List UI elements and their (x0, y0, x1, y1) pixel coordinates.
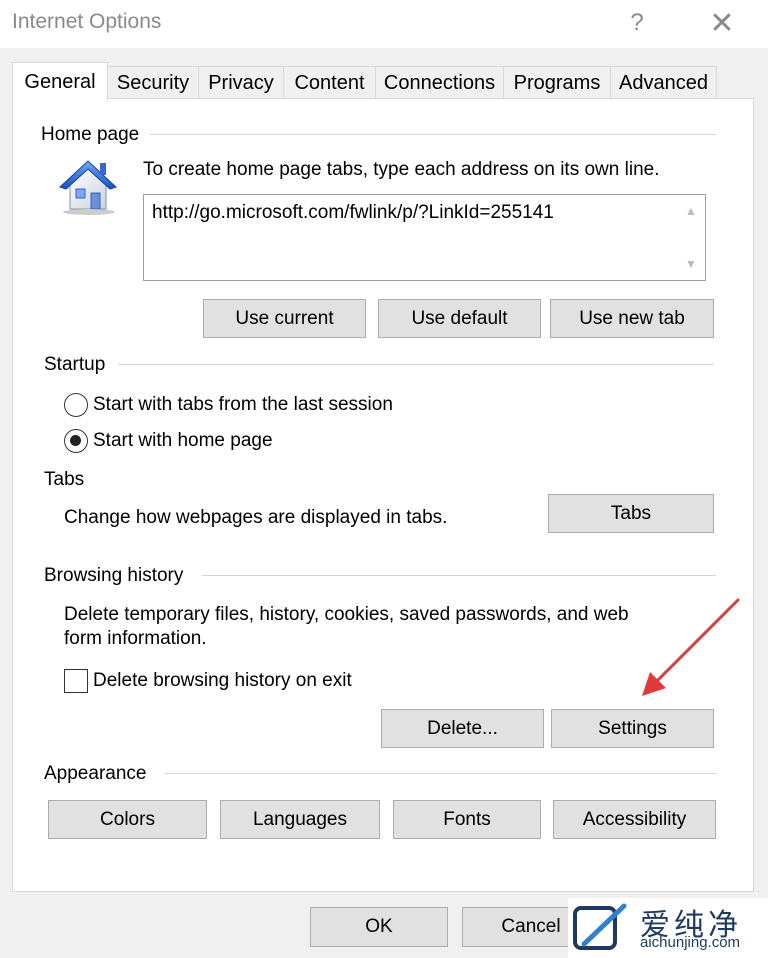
delete-on-exit-label[interactable]: Delete browsing history on exit (93, 669, 352, 693)
history-settings-button[interactable]: Settings (551, 709, 714, 748)
home-page-divider (150, 134, 716, 135)
browsing-history-divider (202, 575, 716, 576)
start-home-page-radio[interactable] (64, 429, 88, 453)
use-current-button[interactable]: Use current (203, 299, 366, 338)
annotation-arrow-icon (642, 598, 740, 696)
startup-divider (118, 364, 714, 365)
home-page-address-input[interactable]: http://go.microsoft.com/fwlink/p/?LinkId… (143, 194, 706, 281)
tab-connections[interactable]: Connections (375, 66, 504, 100)
start-last-session-label[interactable]: Start with tabs from the last session (93, 393, 393, 417)
appearance-label: Appearance (44, 763, 153, 785)
appearance-divider (165, 773, 716, 774)
browsing-history-label: Browsing history (44, 565, 190, 587)
delete-on-exit-checkbox[interactable] (64, 669, 88, 693)
colors-button[interactable]: Colors (48, 800, 207, 839)
home-page-address-value: http://go.microsoft.com/fwlink/p/?LinkId… (152, 202, 554, 223)
ok-button[interactable]: OK (310, 907, 448, 947)
help-button[interactable]: ? (617, 4, 657, 42)
use-default-button[interactable]: Use default (378, 299, 541, 338)
use-new-tab-button[interactable]: Use new tab (550, 299, 714, 338)
watermark: 爱纯净 aichunjing.com (568, 898, 768, 958)
tabs-section-label: Tabs (44, 469, 91, 491)
watermark-url: aichunjing.com (640, 934, 741, 951)
title-bar: Internet Options ? ✕ (0, 0, 768, 48)
tab-advanced[interactable]: Advanced (610, 66, 717, 100)
accessibility-button[interactable]: Accessibility (553, 800, 716, 839)
home-page-label: Home page (41, 124, 146, 146)
tab-privacy[interactable]: Privacy (198, 66, 284, 100)
tab-general[interactable]: General (12, 62, 108, 101)
browsing-history-description: Delete temporary files, history, cookies… (64, 604, 629, 649)
start-home-page-label[interactable]: Start with home page (93, 429, 273, 453)
tab-programs[interactable]: Programs (503, 66, 611, 100)
home-page-instructions: To create home page tabs, type each addr… (143, 159, 660, 180)
tabs-section-description: Change how webpages are displayed in tab… (64, 507, 448, 528)
watermark-logo-icon (573, 903, 627, 950)
close-button[interactable]: ✕ (702, 4, 742, 42)
start-last-session-radio[interactable] (64, 393, 88, 417)
fonts-button[interactable]: Fonts (393, 800, 541, 839)
tabs-settings-button[interactable]: Tabs (548, 494, 714, 533)
startup-label: Startup (44, 354, 112, 376)
tab-security[interactable]: Security (107, 66, 199, 100)
delete-history-button[interactable]: Delete... (381, 709, 544, 748)
house-icon (59, 160, 117, 215)
scroll-up-icon[interactable]: ▲ (683, 203, 699, 219)
languages-button[interactable]: Languages (220, 800, 380, 839)
window-title: Internet Options (12, 10, 162, 33)
tab-content[interactable]: Content (283, 66, 376, 100)
scroll-down-icon[interactable]: ▼ (683, 256, 699, 272)
